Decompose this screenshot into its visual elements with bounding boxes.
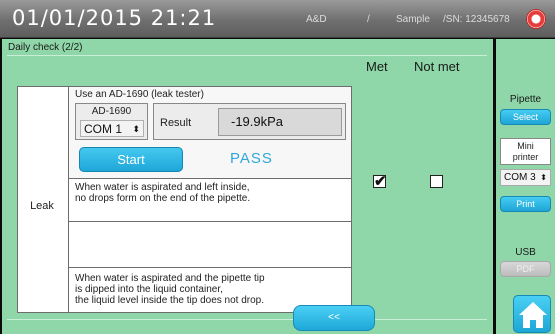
model-label: Sample — [396, 14, 430, 25]
datetime-display: 01/01/2015 21:21 — [12, 6, 217, 30]
sidebar: Pipette Select Mini printer COM 3 ⬍ Prin… — [496, 39, 555, 334]
serial-number: /SN: 12345678 — [443, 14, 510, 25]
leak-tester-panel: Use an AD-1690 (leak tester) AD-1690 COM… — [69, 87, 351, 179]
screen: 01/01/2015 21:21 A&D / Sample /SN: 12345… — [0, 0, 555, 334]
separator-line — [7, 55, 487, 56]
mini-printer-line: Mini — [517, 141, 534, 151]
result-value: -19.9kPa — [231, 114, 284, 129]
row-label-leak: Leak — [30, 200, 54, 212]
main-panel: Daily check (2/2) Met Not met Leak Use a… — [2, 39, 493, 334]
back-button[interactable]: << — [293, 305, 375, 331]
printer-com-value: COM 3 — [504, 172, 536, 183]
instruction-text: Use an AD-1690 (leak tester) — [75, 89, 204, 100]
condition-line: no drops form on the end of the pipette. — [75, 193, 251, 204]
start-button[interactable]: Start — [79, 147, 183, 172]
pdf-button[interactable]: PDF — [500, 261, 551, 277]
header-bar: 01/01/2015 21:21 A&D / Sample /SN: 12345… — [0, 0, 555, 38]
device-name: AD-1690 — [91, 106, 132, 117]
help-lifebuoy-icon[interactable] — [526, 9, 546, 29]
condition-line: the liquid level inside the tip does not… — [75, 295, 265, 306]
status-pass: PASS — [230, 150, 273, 167]
condition-text-2: When water is aspirated and the pipette … — [75, 273, 265, 306]
column-header-not-met: Not met — [414, 59, 460, 74]
com-port-value: COM 1 — [84, 122, 123, 136]
separator-line — [7, 319, 487, 320]
column-header-met: Met — [366, 59, 388, 74]
printer-com-select[interactable]: COM 3 ⬍ — [500, 169, 551, 186]
condition-text-1: When water is aspirated and left inside,… — [75, 182, 250, 204]
result-label: Result — [160, 117, 192, 129]
pipette-label: Pipette — [509, 94, 542, 105]
checkmark-icon: ✔ — [374, 173, 387, 190]
pipette-select-button[interactable]: Select — [500, 109, 551, 125]
usb-label: USB — [515, 247, 536, 258]
not-met-checkbox[interactable] — [430, 175, 443, 188]
condition-line: When water is aspirated and the pipette … — [75, 273, 265, 284]
header-separator: / — [367, 14, 370, 25]
brand-label: A&D — [306, 14, 327, 25]
met-checkbox[interactable]: ✔ — [373, 173, 387, 190]
mini-printer-line: printer — [512, 152, 539, 162]
leak-check-table: Leak Use an AD-1690 (leak tester) AD-169… — [17, 86, 352, 313]
home-button[interactable] — [513, 295, 551, 333]
page-title: Daily check (2/2) — [8, 42, 83, 53]
updown-arrow-icon: ⬍ — [132, 124, 140, 134]
device-box: AD-1690 COM 1 ⬍ — [75, 103, 148, 140]
mini-printer-label: Mini printer — [500, 138, 551, 165]
updown-arrow-icon: ⬍ — [540, 173, 547, 182]
divider — [69, 267, 351, 268]
result-value-box: -19.9kPa — [218, 108, 342, 136]
result-box: Result -19.9kPa — [153, 103, 346, 140]
print-button[interactable]: Print — [500, 196, 551, 212]
condition-line: When water is aspirated and left inside, — [75, 182, 250, 193]
home-icon — [519, 302, 547, 328]
condition-line: is dipped into the liquid container, — [75, 284, 223, 295]
com-port-select[interactable]: COM 1 ⬍ — [80, 120, 144, 137]
divider — [69, 221, 351, 222]
